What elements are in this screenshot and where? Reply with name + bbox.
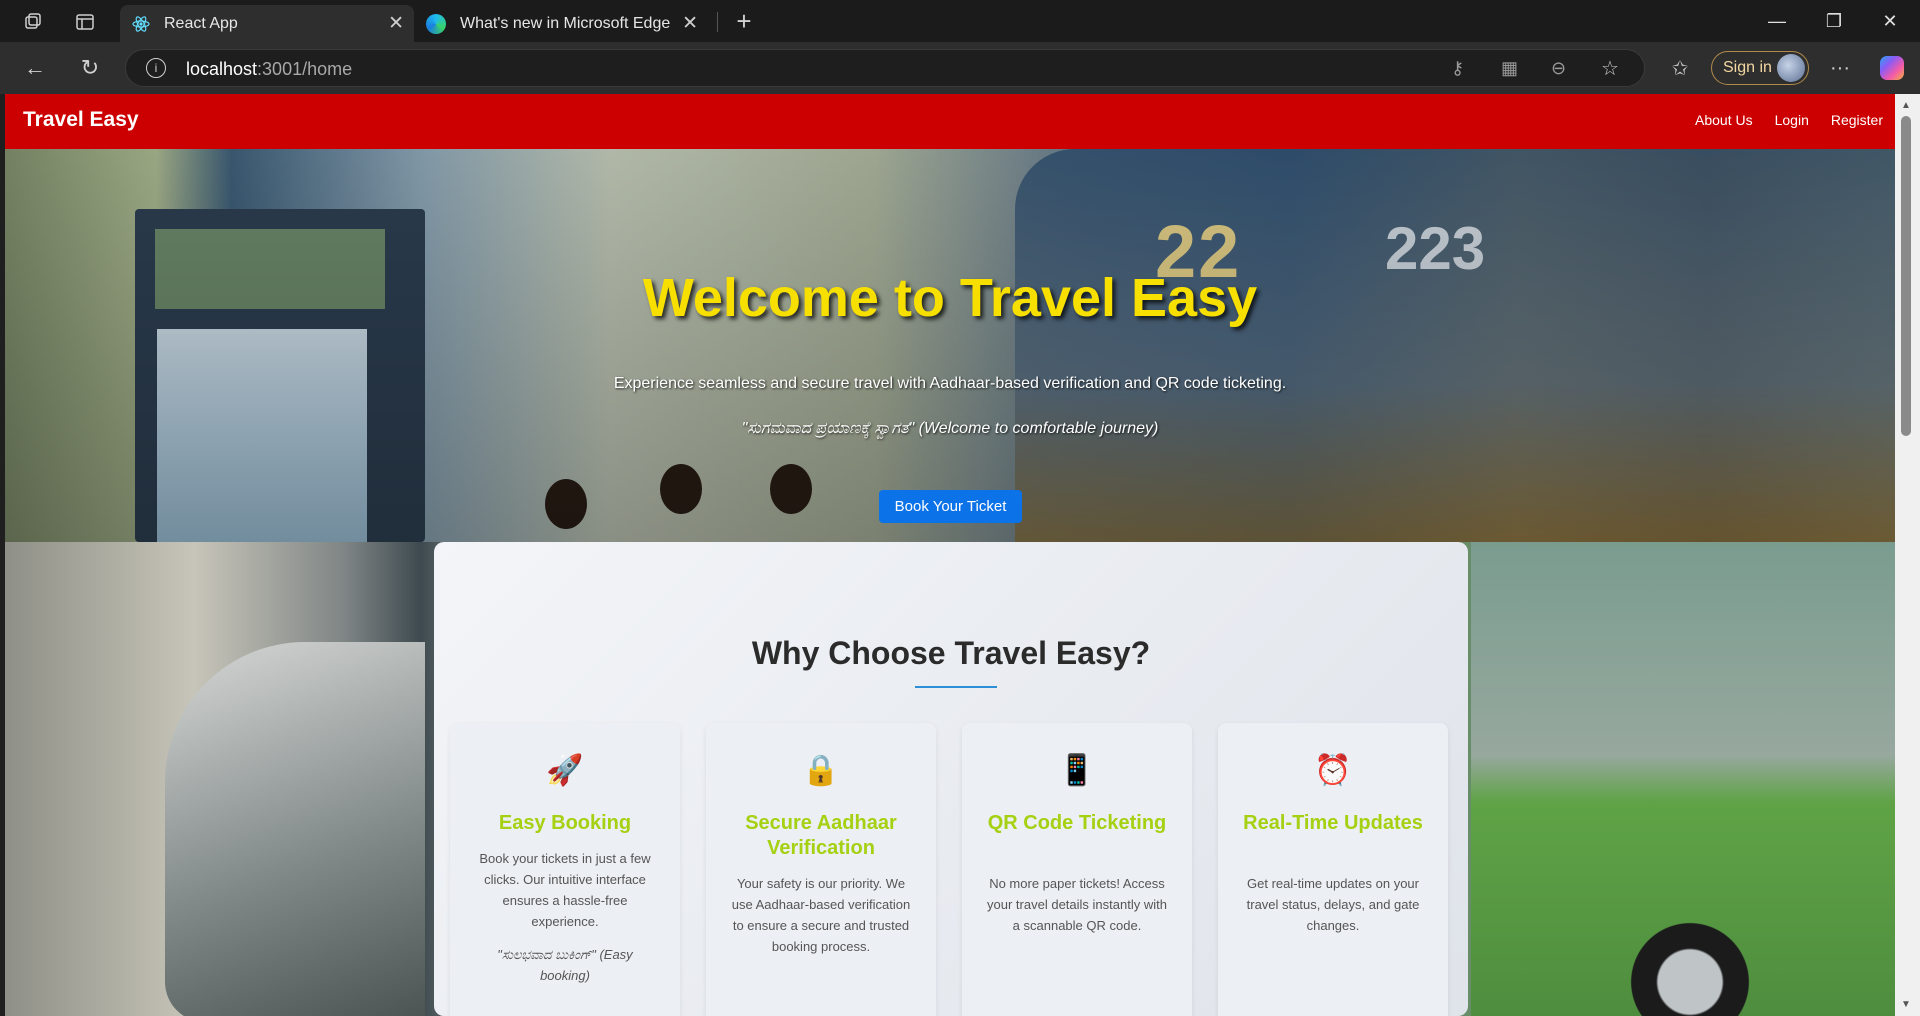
feature-card-qr: 📱 QR Code Ticketing No more paper ticket…	[962, 723, 1192, 1016]
react-icon	[132, 15, 150, 33]
key-icon[interactable]: ⚷	[1451, 58, 1464, 79]
feature-title: Easy Booking	[498, 812, 632, 834]
favorites-icon[interactable]: ✩	[1665, 54, 1695, 82]
hero-section: 22 223 Welcome to Travel Easy Experience…	[5, 149, 1895, 542]
tab-whats-new-edge[interactable]: What's new in Microsoft Edge ✕	[414, 5, 708, 42]
scroll-down-icon[interactable]: ▼	[1901, 999, 1911, 1010]
hero-subtitle: Experience seamless and secure travel wi…	[613, 375, 1287, 392]
scroll-up-icon[interactable]: ▲	[1901, 100, 1911, 111]
minimize-icon[interactable]: —	[1751, 0, 1803, 42]
close-tab-icon[interactable]: ✕	[388, 12, 404, 35]
feature-card-easy-booking: 🚀 Easy Booking Book your tickets in just…	[450, 723, 680, 1016]
browser-tab-bar: React App ✕ What's new in Microsoft Edge…	[0, 0, 1920, 42]
browser-toolbar: ← ↻ i localhost:3001/home ⚷ ▦ ⊖ ☆ ✩ Sign…	[0, 42, 1920, 94]
feature-kannada-note: "ಸುಲಭವಾದ ಬುಕಿಂಗ್" (Easy booking)	[497, 947, 633, 983]
url-text[interactable]: localhost:3001/home	[186, 59, 352, 80]
apps-icon[interactable]: ▦	[1501, 58, 1518, 79]
book-ticket-button[interactable]: Book Your Ticket	[879, 490, 1022, 523]
car-image	[165, 642, 425, 1016]
close-window-icon[interactable]: ✕	[1864, 0, 1916, 42]
nav-login[interactable]: Login	[1775, 112, 1809, 128]
hero-title: Welcome to Travel Easy	[642, 268, 1258, 328]
feature-description: Book your tickets in just a few clicks. …	[479, 851, 651, 929]
page-scrollbar[interactable]: ▲ ▼	[1895, 94, 1920, 1016]
site-header: Travel Easy About Us Login Register	[5, 94, 1895, 149]
vertical-tabs-icon[interactable]	[70, 10, 100, 34]
feature-description: Get real-time updates on your travel sta…	[1246, 876, 1420, 933]
sign-in-button[interactable]: Sign in	[1711, 51, 1809, 85]
lock-icon: 🔒	[802, 754, 840, 787]
favorite-star-icon[interactable]: ☆	[1601, 56, 1619, 81]
alarm-clock-icon: ⏰	[1314, 754, 1352, 787]
feature-title: QR Code Ticketing	[987, 812, 1167, 834]
title-underline	[915, 686, 997, 688]
back-icon[interactable]: ←	[20, 54, 50, 82]
site-info-icon[interactable]: i	[146, 58, 166, 78]
site-nav: About Us Login Register	[1695, 112, 1883, 128]
restore-icon[interactable]: ❐	[1808, 0, 1860, 42]
url-host: localhost	[186, 59, 258, 79]
mobile-phone-icon: 📱	[1058, 754, 1096, 787]
tab-title: What's new in Microsoft Edge	[460, 14, 671, 32]
scrollbar-thumb[interactable]	[1901, 116, 1911, 436]
url-path: :3001/home	[257, 59, 353, 79]
nav-register[interactable]: Register	[1831, 112, 1883, 128]
rocket-icon: 🚀	[546, 754, 584, 787]
feature-card-realtime: ⏰ Real-Time Updates Get real-time update…	[1218, 723, 1448, 1016]
page-viewport: Travel Easy About Us Login Register 22 2…	[5, 94, 1895, 1016]
new-tab-icon[interactable]: +	[728, 6, 760, 36]
feature-description: Your safety is our priority. We use Aadh…	[731, 876, 911, 954]
nav-about-us[interactable]: About Us	[1695, 112, 1753, 128]
site-brand[interactable]: Travel Easy	[23, 108, 139, 132]
feature-card-aadhaar: 🔒 Secure Aadhaar Verification Your safet…	[706, 723, 936, 1016]
edge-icon	[426, 13, 446, 34]
close-tab-icon[interactable]: ✕	[682, 12, 698, 35]
hero-kannada-tagline: "ಸುಗಮವಾದ ಪ್ರಯಾಣಕ್ಕೆ ಸ್ವಾಗತ" (Welcome to …	[741, 420, 1159, 437]
sign-in-label: Sign in	[1723, 59, 1772, 76]
hero-overlay	[5, 149, 1895, 542]
more-icon[interactable]: ···	[1825, 54, 1855, 82]
tab-title: React App	[164, 14, 238, 32]
workspaces-icon[interactable]	[18, 10, 48, 34]
section-title: Why Choose Travel Easy?	[751, 635, 1151, 671]
avatar	[1777, 54, 1805, 82]
refresh-icon[interactable]: ↻	[75, 54, 105, 82]
feature-description: No more paper tickets! Access your trave…	[987, 876, 1167, 933]
address-bar[interactable]: i localhost:3001/home ⚷ ▦ ⊖ ☆	[125, 49, 1645, 87]
zoom-icon[interactable]: ⊖	[1551, 58, 1566, 79]
feature-title: Real-Time Updates	[1243, 812, 1423, 834]
tab-react-app[interactable]: React App ✕	[120, 5, 414, 42]
feature-title: Secure Aadhaar Verification	[745, 812, 897, 859]
why-choose-section: Why Choose Travel Easy? 🚀 Easy Booking B…	[434, 542, 1468, 1016]
copilot-icon[interactable]	[1877, 54, 1907, 82]
tab-separator	[717, 12, 718, 32]
